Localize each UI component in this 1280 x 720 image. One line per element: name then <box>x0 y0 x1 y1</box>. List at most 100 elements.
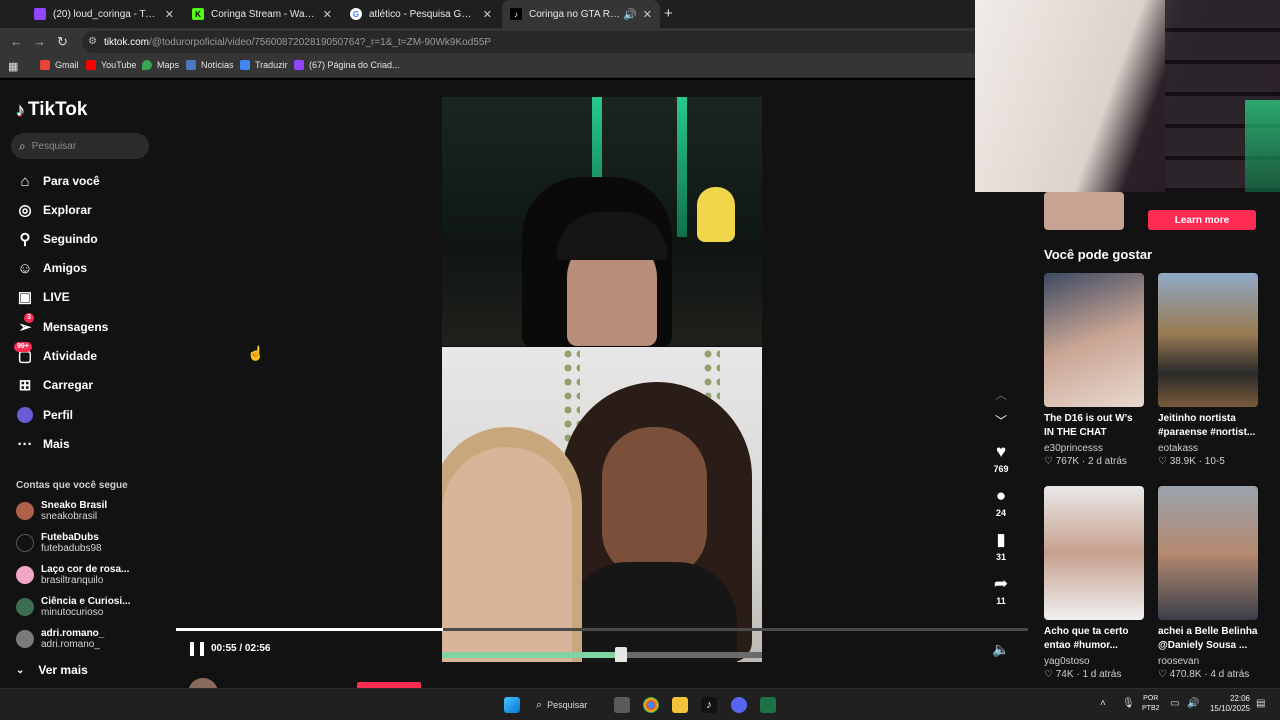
see-more-label: Ver mais <box>38 663 88 677</box>
close-icon[interactable]: ✕ <box>483 8 492 21</box>
nav-live[interactable]: ▣ LIVE <box>16 286 70 308</box>
tiktok-app-icon[interactable]: ♪ <box>701 697 717 713</box>
taskbar-search[interactable]: ⌕ Pesquisar <box>536 695 598 715</box>
recommended-video-card[interactable]: The D16 is out W’s IN THE CHAT #supra...… <box>1044 273 1144 467</box>
tab-twitch[interactable]: (20) loud_coringa - Twitch ✕ <box>26 0 182 28</box>
nav-seguindo[interactable]: ⚲ Seguindo <box>16 228 98 250</box>
previous-video-icon[interactable]: ︿ <box>995 386 1007 403</box>
task-view-icon[interactable] <box>614 697 630 713</box>
account-handle: sneakobrasil <box>41 511 98 522</box>
bookmark-noticias[interactable]: Notícias <box>186 60 234 70</box>
avatar <box>16 502 34 520</box>
view-count: 470.8K <box>1169 669 1202 680</box>
nav-para-voce[interactable]: ⌂ Para você <box>16 170 99 192</box>
bookmark-traduzir[interactable]: Traduzir <box>240 60 288 70</box>
volume-tray-icon[interactable]: 🔊 <box>1187 698 1199 709</box>
url-field[interactable]: ⚙ tiktok.com/@todurorpoficial/video/7560… <box>82 31 982 53</box>
back-icon[interactable]: ← <box>10 34 23 49</box>
discord-icon[interactable] <box>731 697 747 713</box>
system-clock[interactable]: 22:06 15/10/2025 <box>1208 694 1250 714</box>
tab-tiktok[interactable]: ♪ Coringa no GTA RP: Os Melh 🔊 ✕ <box>502 0 660 28</box>
nav-perfil[interactable]: Perfil <box>16 404 73 426</box>
pause-icon <box>200 642 204 656</box>
avatar <box>16 534 34 552</box>
network-icon[interactable]: ▭ <box>1170 698 1179 709</box>
ad-thumbnail[interactable] <box>1044 192 1124 230</box>
comment-button[interactable]: ● 24 <box>988 486 1014 518</box>
home-icon: ⌂ <box>20 172 30 190</box>
reload-icon[interactable]: ↻ <box>57 34 68 50</box>
recommended-video-card[interactable]: achei a Belle Belinha @Daniely Sousa ...… <box>1158 486 1258 680</box>
video-player[interactable] <box>442 97 762 662</box>
video-thumbnail <box>1158 273 1258 407</box>
bookmark-youtube[interactable]: YouTube <box>86 60 136 70</box>
volume-icon[interactable]: 🔈 <box>992 641 1009 658</box>
learn-more-button[interactable]: Learn more <box>1148 210 1256 230</box>
recommended-video-card[interactable]: Jeitinho nortista #paraense #nortist... … <box>1158 273 1258 467</box>
tab-title: Coringa Stream - Watch Live on <box>211 8 317 20</box>
site-info-icon[interactable]: ⚙ <box>88 36 97 47</box>
search-input[interactable]: ⌕ Pesquisar <box>11 133 149 159</box>
close-icon[interactable]: ✕ <box>165 8 174 21</box>
video-stats: ♡ 74K · 1 d atrás <box>1044 669 1122 680</box>
speaker-icon[interactable]: 🔊 <box>623 8 637 21</box>
tray-chevron-icon[interactable]: ˄ <box>1100 698 1106 709</box>
clock-date: 15/10/2025 <box>1209 704 1250 713</box>
search-icon: ⌕ <box>536 698 543 711</box>
account-item[interactable]: Sneako Brasil sneakobrasil <box>16 498 107 524</box>
account-item[interactable]: Ciência e Curiosi... minutocurioso <box>16 594 130 620</box>
recommended-video-card[interactable]: Acho que ta certo entao #humor... yag0st… <box>1044 486 1144 680</box>
account-handle: minutocurioso <box>41 607 104 618</box>
nav-label: Perfil <box>43 408 74 422</box>
activity-icon: ▢ 99+ <box>14 342 34 365</box>
microphone-icon[interactable]: 🎙 <box>1122 698 1135 709</box>
share-button[interactable]: ➦ 11 <box>988 574 1014 606</box>
close-icon[interactable]: ✕ <box>323 8 332 21</box>
save-button[interactable]: ▮ 31 <box>988 530 1014 562</box>
logo-text: TikTok <box>28 99 88 120</box>
news-icon <box>186 60 196 70</box>
youtube-icon <box>86 60 96 70</box>
see-more-button[interactable]: ⌄ Ver mais <box>16 663 88 677</box>
windows-start-icon[interactable] <box>504 697 520 713</box>
close-icon[interactable]: ✕ <box>643 8 652 21</box>
tab-kick[interactable]: K Coringa Stream - Watch Live on ✕ <box>184 0 340 28</box>
bookmark-maps[interactable]: Maps <box>142 60 179 70</box>
tab-google[interactable]: G atlético - Pesquisa Google ✕ <box>342 0 500 28</box>
bookmark-gmail[interactable]: Gmail <box>40 60 79 70</box>
url-path: /@todurorpoficial/video/7560087202819050… <box>149 36 492 48</box>
forward-icon[interactable]: → <box>33 34 46 49</box>
avatar <box>16 598 34 616</box>
apps-grid-icon[interactable]: ▦ <box>8 60 18 73</box>
bookmark-icon: ▮ <box>996 530 1006 549</box>
chrome-icon[interactable] <box>643 697 659 713</box>
account-item[interactable]: FutebaDubs futebadubs98 <box>16 530 102 556</box>
post-date: 4 d atrás <box>1210 669 1250 680</box>
tiktok-logo[interactable]: ♪ TikTok <box>16 99 87 121</box>
picture-in-picture-overlay[interactable] <box>975 0 1280 192</box>
pause-button[interactable] <box>190 642 204 656</box>
person-body <box>567 562 737 662</box>
account-item[interactable]: Laço cor de rosa... brasiltranquilo <box>16 562 129 588</box>
nav-explorar[interactable]: ◎ Explorar <box>16 199 91 221</box>
minion-figure <box>697 187 735 242</box>
bookmark-creator[interactable]: (67) Página do Criad... <box>294 60 400 70</box>
embedded-progress-fill <box>442 652 622 658</box>
notifications-icon[interactable]: ▤ <box>1256 698 1265 709</box>
nav-atividade[interactable]: ▢ 99+ Atividade <box>14 342 97 367</box>
next-video-icon[interactable]: ﹀ <box>995 412 1007 429</box>
file-explorer-icon[interactable] <box>672 697 688 713</box>
input-language[interactable]: POR PTB2 <box>1142 694 1160 714</box>
nav-mais[interactable]: ··· Mais <box>16 433 70 455</box>
nav-amigos[interactable]: ☺ Amigos <box>16 257 87 279</box>
nav-mensagens[interactable]: ➢ 3 Mensagens <box>16 313 108 338</box>
lang-code: POR <box>1143 695 1159 702</box>
new-tab-button[interactable]: + <box>664 5 673 22</box>
account-item[interactable]: adri.romano_ adri.romano_ <box>16 626 104 652</box>
following-icon: ⚲ <box>19 231 31 248</box>
profile-icon <box>16 406 34 424</box>
nav-carregar[interactable]: ⊞ Carregar <box>16 374 93 396</box>
like-button[interactable]: ♥ 769 <box>988 442 1014 474</box>
video-thumbnail <box>1044 486 1144 620</box>
excel-icon[interactable] <box>760 697 776 713</box>
